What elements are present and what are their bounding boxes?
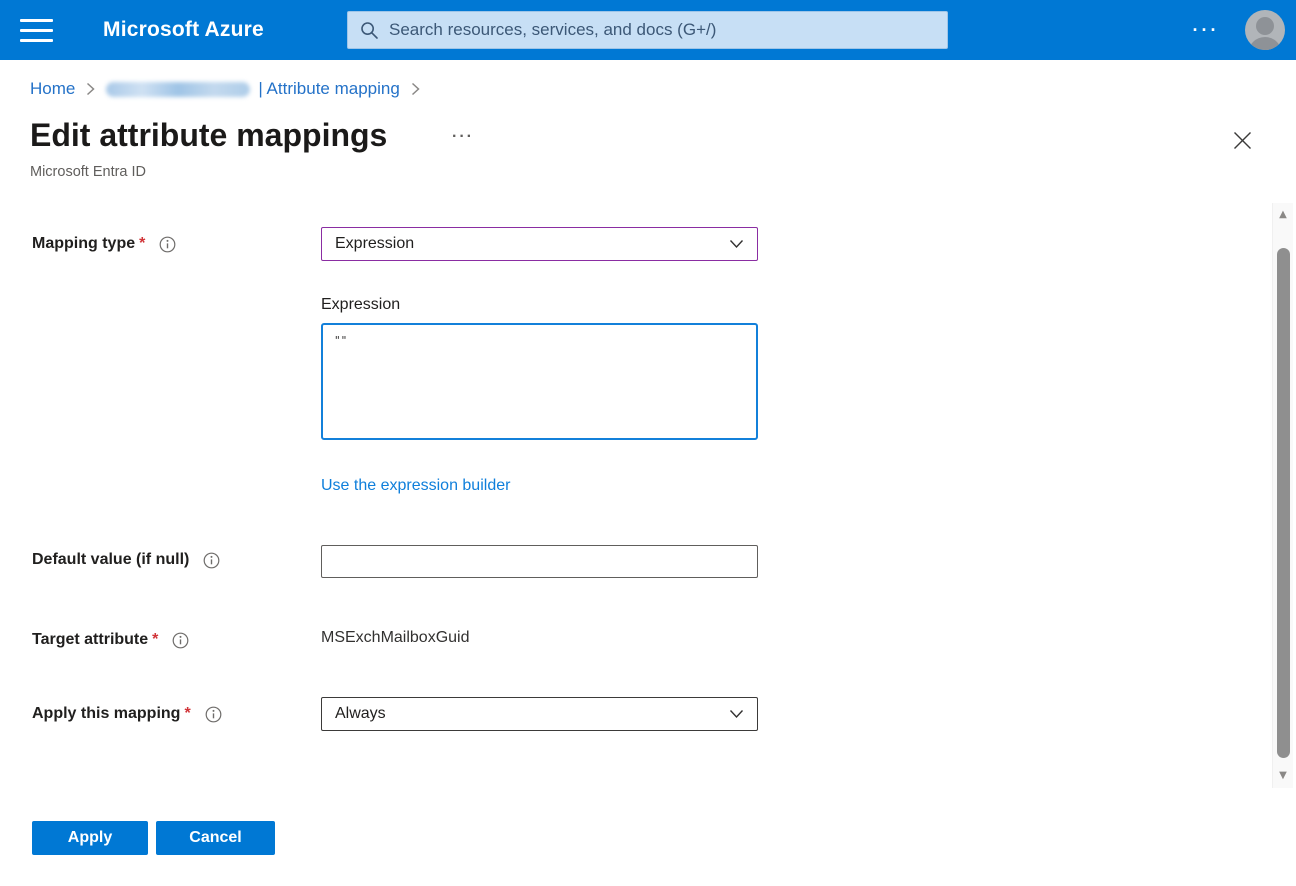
search-icon	[360, 21, 379, 40]
cancel-button[interactable]: Cancel	[156, 821, 275, 855]
panel-subtitle: Microsoft Entra ID	[30, 164, 146, 180]
avatar-person-icon	[1256, 17, 1274, 35]
close-icon	[1233, 131, 1252, 150]
brand-title[interactable]: Microsoft Azure	[103, 0, 264, 60]
vertical-scrollbar[interactable]: ▲ ▼	[1272, 203, 1293, 788]
info-icon[interactable]	[203, 552, 220, 569]
scroll-down-icon[interactable]: ▼	[1273, 771, 1293, 781]
required-asterisk: *	[139, 235, 145, 253]
apply-button[interactable]: Apply	[32, 821, 148, 855]
panel-more-button[interactable]: ···	[452, 128, 474, 146]
required-asterisk: *	[184, 705, 190, 723]
chevron-down-icon	[729, 239, 744, 249]
breadcrumb-home-link[interactable]: Home	[30, 79, 75, 99]
breadcrumb-attribute-mapping-link[interactable]: | Attribute mapping	[258, 79, 399, 99]
default-value-label: Default value (if null)	[32, 551, 189, 569]
target-attribute-label: Target attribute	[32, 631, 148, 649]
target-attribute-label-row: Target attribute *	[32, 629, 189, 651]
default-value-input[interactable]	[321, 545, 758, 578]
default-value-label-row: Default value (if null)	[32, 549, 220, 571]
mapping-type-label-row: Mapping type *	[32, 233, 176, 255]
mapping-type-label: Mapping type	[32, 235, 135, 253]
info-icon[interactable]	[172, 632, 189, 649]
apply-mapping-label: Apply this mapping	[32, 705, 180, 723]
chevron-down-icon	[729, 709, 744, 719]
expression-builder-link[interactable]: Use the expression builder	[321, 477, 510, 495]
expression-textarea[interactable]: ""	[321, 323, 758, 440]
info-icon[interactable]	[205, 706, 222, 723]
scroll-up-icon[interactable]: ▲	[1273, 210, 1293, 220]
account-avatar[interactable]	[1245, 10, 1285, 50]
mapping-type-dropdown[interactable]: Expression	[321, 227, 758, 261]
target-attribute-value: MSExchMailboxGuid	[321, 629, 470, 647]
scrollbar-thumb[interactable]	[1277, 248, 1290, 758]
apply-mapping-label-row: Apply this mapping *	[32, 703, 222, 725]
search-input[interactable]	[389, 20, 935, 40]
apply-mapping-value: Always	[335, 705, 386, 723]
top-bar: Microsoft Azure ···	[0, 0, 1296, 60]
required-asterisk: *	[152, 631, 158, 649]
apply-mapping-dropdown[interactable]: Always	[321, 697, 758, 731]
chevron-right-icon	[86, 82, 95, 96]
breadcrumb: Home | Attribute mapping	[30, 77, 431, 101]
chevron-right-icon	[411, 82, 420, 96]
expression-label: Expression	[321, 296, 400, 314]
topbar-more-button[interactable]: ···	[1184, 0, 1228, 60]
page-title: Edit attribute mappings	[30, 117, 387, 154]
close-panel-button[interactable]	[1227, 125, 1257, 155]
mapping-type-value: Expression	[335, 235, 414, 253]
info-icon[interactable]	[159, 236, 176, 253]
global-search[interactable]	[347, 11, 948, 49]
hamburger-menu-icon[interactable]	[20, 19, 53, 42]
breadcrumb-redacted-segment[interactable]	[106, 82, 250, 97]
azure-portal-screen: Microsoft Azure ··· Home | Attribute map…	[0, 0, 1296, 886]
